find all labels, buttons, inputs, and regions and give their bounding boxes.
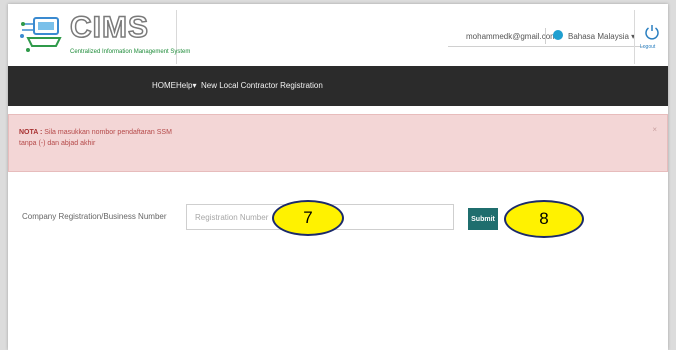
globe-icon (553, 30, 563, 40)
company-registration-label: Company Registration/Business Number (22, 212, 167, 221)
alert-message: NOTA : Sila masukkan nombor pendaftaran … (19, 127, 172, 149)
logo[interactable]: CIMS Centralized Information Management … (16, 10, 190, 64)
alert-label: NOTA : (19, 129, 43, 136)
main-navbar: HOME Help▾ New Local Contractor Registra… (8, 66, 668, 106)
logo-wordmark: CIMS (69, 10, 149, 45)
alert-close-button[interactable]: × (652, 125, 657, 134)
alert-line-2: tanpa (-) dan abjad akhir (19, 140, 96, 147)
language-menu[interactable]: Bahasa Malaysia ▾ (568, 32, 635, 41)
header-divider (545, 28, 546, 44)
nav-new-local-contractor-registration[interactable]: New Local Contractor Registration (201, 81, 323, 90)
logout-label: Logout (640, 44, 656, 50)
nav-help-dropdown[interactable]: Help▾ (176, 81, 196, 90)
browser-page: CIMS Centralized Information Management … (8, 4, 668, 350)
submit-button[interactable]: Submit (468, 208, 498, 230)
user-account-menu[interactable]: mohammedk@gmail.com ▾ (466, 32, 563, 41)
info-alert: NOTA : Sila masukkan nombor pendaftaran … (8, 114, 668, 172)
power-icon (645, 25, 659, 40)
nav-home[interactable]: HOME (152, 81, 176, 90)
site-header: CIMS Centralized Information Management … (8, 4, 668, 66)
cims-logo-icon (20, 17, 62, 52)
step-8-callout: 8 (504, 200, 584, 238)
logout-button[interactable]: Logout (634, 10, 668, 64)
header-underline (448, 46, 644, 47)
logo-tagline: Centralized Information Management Syste… (70, 49, 191, 55)
alert-line-1: Sila masukkan nombor pendaftaran SSM (44, 129, 172, 136)
step-7-callout: 7 (272, 200, 344, 236)
